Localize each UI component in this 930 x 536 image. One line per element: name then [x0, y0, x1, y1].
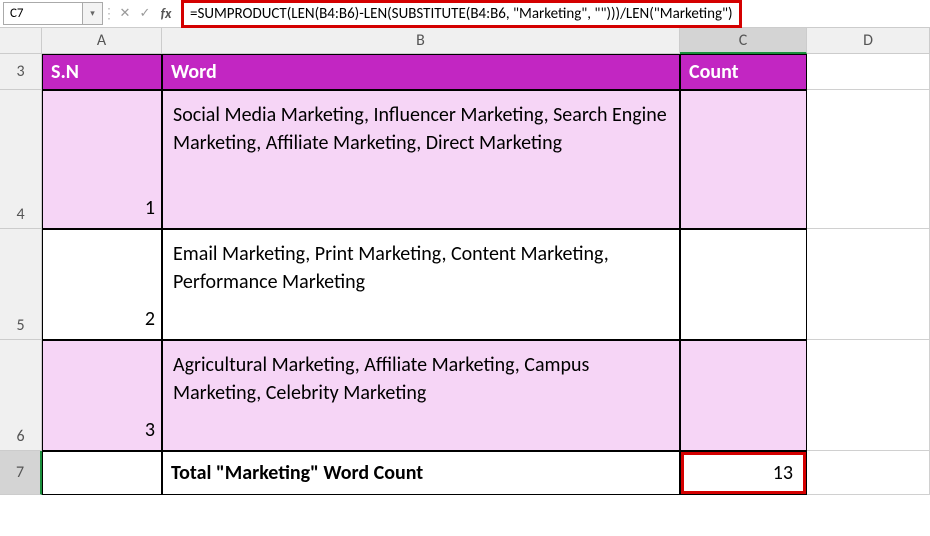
- cell-a4[interactable]: 1: [42, 90, 162, 229]
- col-header-d[interactable]: D: [807, 28, 930, 54]
- spreadsheet-grid: A B C D 3 S.N Word Count 4 1 Social Medi…: [0, 28, 930, 495]
- name-box-dropdown[interactable]: ▾: [83, 2, 103, 25]
- cell-c7[interactable]: 13: [681, 452, 806, 494]
- col-header-c[interactable]: C: [680, 28, 807, 54]
- name-box[interactable]: C7: [3, 2, 83, 25]
- separator: ⋮: [103, 5, 115, 22]
- cancel-formula-button[interactable]: ✕: [115, 6, 135, 21]
- cell-c5[interactable]: [680, 229, 807, 340]
- cell-b7[interactable]: Total "Marketing" Word Count: [162, 451, 680, 495]
- row-header-3[interactable]: 3: [0, 54, 42, 90]
- cell-a5[interactable]: 2: [42, 229, 162, 340]
- cell-d7[interactable]: [807, 451, 930, 495]
- fx-button[interactable]: fx: [155, 5, 177, 22]
- cell-c6[interactable]: [680, 340, 807, 451]
- formula-bar: C7 ▾ ⋮ ✕ ✓ fx =SUMPRODUCT(LEN(B4:B6)-LEN…: [0, 0, 930, 28]
- cell-d6[interactable]: [807, 340, 930, 451]
- cell-d4[interactable]: [807, 90, 930, 229]
- header-sn[interactable]: S.N: [42, 54, 162, 90]
- cell-d3[interactable]: [807, 54, 930, 90]
- formula-input[interactable]: =SUMPRODUCT(LEN(B4:B6)-LEN(SUBSTITUTE(B4…: [181, 0, 742, 28]
- cell-d5[interactable]: [807, 229, 930, 340]
- cell-b5[interactable]: Email Marketing, Print Marketing, Conten…: [162, 229, 680, 340]
- header-word[interactable]: Word: [162, 54, 680, 90]
- confirm-formula-button[interactable]: ✓: [135, 6, 155, 21]
- cell-a7[interactable]: [42, 451, 162, 495]
- row-header-4[interactable]: 4: [0, 90, 42, 229]
- cell-b6[interactable]: Agricultural Marketing, Affiliate Market…: [162, 340, 680, 451]
- cell-b4[interactable]: Social Media Marketing, Influencer Marke…: [162, 90, 680, 229]
- row-header-7[interactable]: 7: [0, 451, 42, 495]
- cell-c4[interactable]: [680, 90, 807, 229]
- cell-c7-wrap: 13: [680, 451, 807, 495]
- header-count[interactable]: Count: [680, 54, 807, 90]
- row-header-6[interactable]: 6: [0, 340, 42, 451]
- col-header-b[interactable]: B: [162, 28, 680, 54]
- cell-a6[interactable]: 3: [42, 340, 162, 451]
- select-all-corner[interactable]: [0, 28, 42, 54]
- col-header-a[interactable]: A: [42, 28, 162, 54]
- row-header-5[interactable]: 5: [0, 229, 42, 340]
